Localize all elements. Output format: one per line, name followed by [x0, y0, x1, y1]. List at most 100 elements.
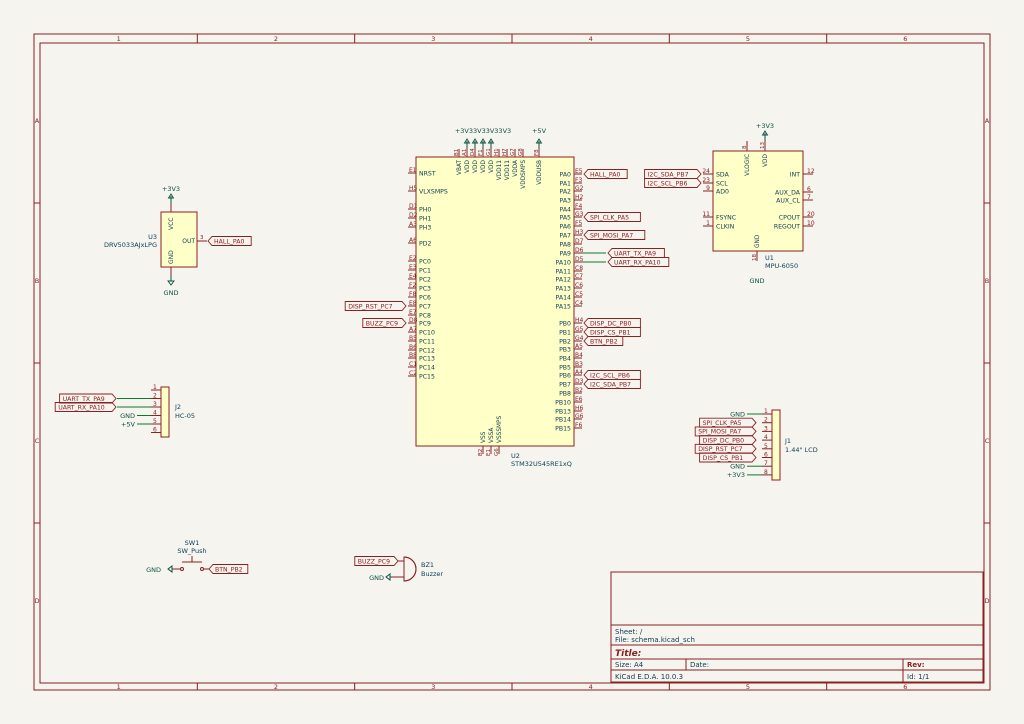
u2-pin-num: F3 — [575, 177, 582, 184]
u2-pin-name: PA0 — [559, 171, 571, 178]
u2-label-PB0-text: DISP_DC_PB0 — [590, 320, 631, 327]
sw1-push-button[interactable]: SW1SW_Push GND BTN_PB2 — [146, 539, 249, 574]
u2-pin-name: PB6 — [559, 372, 571, 379]
u2-pin-num: C5 — [575, 291, 583, 298]
j2-label-2-text: UART_RX_PA10 — [58, 404, 105, 411]
u2-pin-num: F1 — [478, 149, 484, 156]
u2-pin-num: H2 — [575, 194, 584, 201]
u2-pin-name: PA13 — [556, 285, 572, 292]
tb-id: Id: 1/1 — [907, 673, 929, 681]
u2-pin-num: D3 — [575, 378, 584, 385]
u2-pin-num: B6 — [409, 344, 417, 351]
u1-pin-name: AD0 — [716, 188, 729, 195]
u2-pin-name: PB4 — [559, 355, 571, 362]
u2-label-PC7-text: DISP_RST_PC7 — [348, 303, 392, 310]
j2-bluetooth-header[interactable]: 1 2 UART_TX_PA9 3 UART_RX_PA10 4 GND 5 +5V 6 J2HC-… — [54, 384, 195, 438]
col-label-top: 1 — [117, 35, 121, 43]
u2-power-5v: +5V — [532, 127, 547, 135]
u2-pin-num: E1 — [409, 167, 417, 174]
j1-label-3-text: DISP_DC_PB0 — [703, 437, 744, 444]
col-label-top: 3 — [431, 35, 435, 43]
tb-file: File: schema.kicad_sch — [615, 636, 695, 644]
u2-pin-name: VSSA — [489, 428, 495, 443]
u1-pin-num: 24 — [702, 168, 710, 175]
u2-pin-num: F4 — [575, 203, 582, 210]
u2-pin-name: VDD — [465, 159, 471, 172]
col-label-top: 6 — [903, 35, 907, 43]
u1-pin-name: AUX_CL — [776, 197, 800, 204]
u2-pin-name: PA11 — [556, 268, 572, 275]
u2-pin-num: E1 — [486, 449, 492, 456]
tb-tool: KiCad E.D.A. 10.0.3 — [615, 673, 683, 681]
bz1-gnd-symbol — [385, 573, 391, 581]
row-label-right: B — [985, 277, 989, 285]
u1-pin-num: 13 — [760, 142, 766, 149]
u1-pin-name: REGOUT — [774, 223, 800, 230]
j2-pin-num: 3 — [153, 401, 157, 408]
u2-pin-name: VDDA — [513, 160, 519, 177]
u2-pin-num: E2 — [409, 255, 417, 262]
u2-pin-num: E3 — [409, 264, 417, 271]
j1-pin-num: 7 — [764, 460, 768, 467]
j1-pin-num: 3 — [764, 425, 768, 432]
u2-pin-num: D1 — [409, 203, 418, 210]
u3-gnd-text: GND — [164, 289, 179, 297]
u2-value: STM32U545RE1xQ — [511, 460, 572, 468]
u2-pin-name: PA15 — [556, 303, 572, 310]
col-label-bottom: 5 — [746, 683, 750, 691]
u3-out-num: 3 — [200, 235, 204, 241]
tb-size: Size: A4 — [615, 661, 644, 669]
u2-pin-num: C2 — [409, 370, 417, 377]
sw1-label-text: BTN_PB2 — [215, 566, 243, 573]
u2-pin-num: F8 — [409, 291, 416, 298]
u2-pin-name: PH1 — [419, 215, 431, 222]
j1-pin-num: 4 — [764, 434, 768, 441]
u2-pin-num: C1 — [409, 361, 417, 368]
j2-pin-num: 6 — [153, 427, 157, 434]
col-label-top: 4 — [589, 35, 593, 43]
j1-ref: J1 — [784, 437, 791, 445]
u2-pin-name: PA14 — [556, 294, 572, 301]
sw1-ground: GND — [146, 566, 161, 574]
j2-label-1-text: UART_TX_PA9 — [63, 396, 105, 403]
j2-pin-num: 5 — [153, 418, 157, 425]
u2-pin-num: B2 — [575, 387, 583, 394]
u2-pin-num: B3 — [575, 361, 583, 368]
u2-pin-name: PB0 — [559, 320, 571, 327]
sw1-ref: SW1 — [185, 539, 200, 547]
u1-pin-name: CLKIN — [716, 223, 735, 230]
u2-mcu[interactable]: E1 NRSTH5 VLXSMPSD1 PH0D2 PH1A3 PH3A6 PD2E2 PC0… — [344, 127, 670, 468]
u2-label-PA0-text: HALL_PA0 — [590, 171, 620, 178]
bz1-ref: BZ1 — [421, 561, 434, 569]
u2-pin-name: PH3 — [419, 224, 431, 231]
j1-label-4-text: DISP_RST_PC7 — [698, 446, 742, 453]
u2-pin-name: PH0 — [419, 206, 431, 213]
u2-pin-name: PA2 — [559, 188, 571, 195]
u1-pin-num: 12 — [807, 168, 815, 175]
u3-hall-sensor[interactable]: VCC GND OUT 3 +3V3 GND HALL_PA0 U3DRV5033AJxLPG — [104, 185, 252, 297]
u2-pin-name: PB5 — [559, 364, 571, 371]
u2-pin-name: NRST — [419, 170, 436, 177]
j1-lcd-header[interactable]: 1 GND 2 SPI_CLK_PA5 3 SPI_MOSI_PA7 4 DISP_DC_PB… — [694, 408, 818, 481]
j2-ref: J2 — [174, 403, 181, 411]
j1-pin-num: 8 — [764, 469, 768, 476]
u2-pin-num: G6 — [494, 448, 500, 456]
title-block: Sheet: / File: schema.kicad_sch Title: S… — [610, 571, 984, 683]
j1-power-7: +3V3 — [727, 471, 745, 479]
bz1-buzzer[interactable]: BUZZ_PC9 GND BZ1Buzzer — [354, 556, 444, 583]
u1-imu[interactable]: 24 SDA I2C_SDA_PB7 23 SCL I2C_SCL_PB6 9 AD0 11 FS… — [644, 122, 815, 285]
row-label-left: B — [35, 277, 39, 285]
u2-pin-num: G3 — [575, 211, 584, 218]
u2-pin-num: E5 — [575, 168, 583, 175]
u1-pin-num: 6 — [807, 186, 811, 193]
u2-pin-name: VSS — [481, 431, 487, 443]
j2-value: HC-05 — [175, 412, 195, 420]
u1-gnd-num: 18 — [752, 254, 758, 261]
u1-pin-num: 11 — [702, 211, 710, 218]
u2-pin-name: PC3 — [419, 285, 431, 292]
u2-pin-num: B2 — [478, 449, 484, 456]
u2-label-PC9-text: BUZZ_PC9 — [366, 320, 398, 327]
u2-pin-name: PB1 — [559, 329, 571, 336]
row-label-left: C — [35, 437, 40, 445]
u2-pin-name: PC2 — [419, 276, 431, 283]
